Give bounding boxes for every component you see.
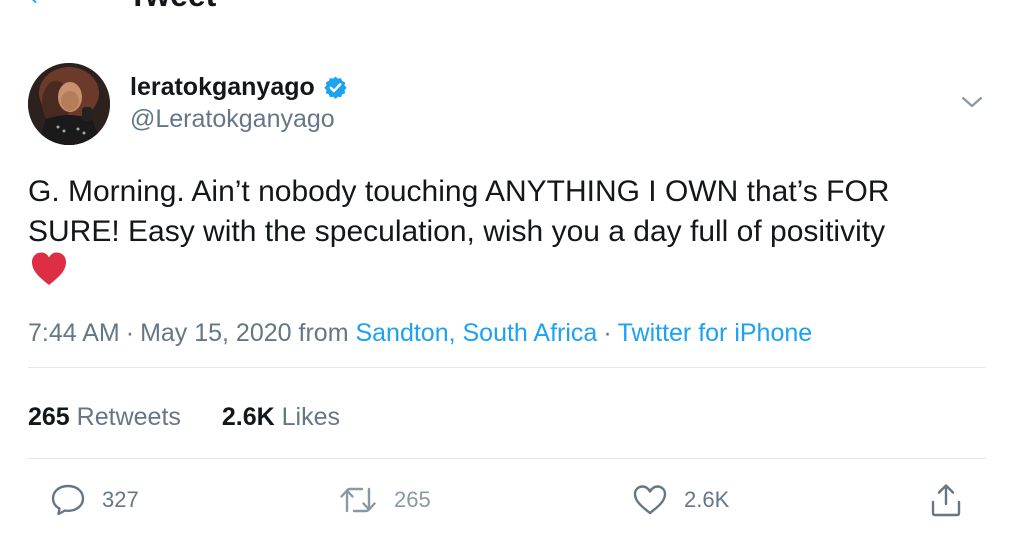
tweet-meta: 7:44 AM · May 15, 2020 from Sandton, South… (28, 317, 812, 349)
retweets-label: Retweets (76, 403, 181, 431)
retweet-count: 265 (394, 487, 431, 512)
back-arrow-icon[interactable]: ← (22, 0, 66, 12)
user-handle[interactable]: @Leratokganyago (130, 105, 335, 134)
from-label: from (298, 319, 349, 347)
chevron-down-icon[interactable] (957, 90, 987, 114)
author-name-row[interactable]: leratokganyago (130, 72, 348, 102)
tweet-detail-page: ← Tweet leratokganyago @Leratokganyago (0, 0, 1024, 541)
like-count: 2.6K (684, 487, 730, 512)
like-button[interactable]: 2.6K (632, 482, 729, 518)
display-name[interactable]: leratokganyago (130, 73, 315, 102)
reply-count: 327 (102, 487, 139, 512)
share-button[interactable] (929, 482, 963, 518)
retweets-stat[interactable]: 265 Retweets (28, 401, 181, 433)
page-title: Tweet (128, 0, 216, 11)
location-link[interactable]: Sandton, South Africa (355, 319, 597, 347)
reply-button[interactable]: 327 (50, 482, 139, 518)
reply-icon (51, 484, 85, 516)
likes-label: Likes (281, 403, 340, 431)
separator-dot: · (125, 319, 135, 347)
likes-count: 2.6K (221, 403, 275, 431)
divider (28, 367, 986, 368)
tweet-date: May 15, 2020 (140, 319, 292, 347)
avatar[interactable] (28, 63, 110, 145)
separator-dot: · (603, 319, 612, 347)
likes-stat[interactable]: 2.6K Likes (222, 401, 340, 433)
retweet-button[interactable]: 265 (338, 482, 431, 518)
retweet-icon (340, 487, 376, 513)
retweets-count: 265 (28, 403, 70, 431)
top-nav-bar: ← Tweet (0, 0, 1024, 20)
tweet-text: G. Morning. Ain’t nobody touching ANYTHI… (28, 175, 890, 248)
heart-icon (633, 485, 667, 515)
divider (28, 458, 986, 459)
verified-badge-icon (323, 75, 348, 100)
share-icon (931, 484, 961, 517)
tweet-time: 7:44 AM (28, 319, 120, 347)
client-link[interactable]: Twitter for iPhone (618, 319, 813, 347)
engagement-stats: 265 Retweets 2.6K Likes (28, 401, 374, 433)
red-heart-icon (30, 251, 68, 287)
